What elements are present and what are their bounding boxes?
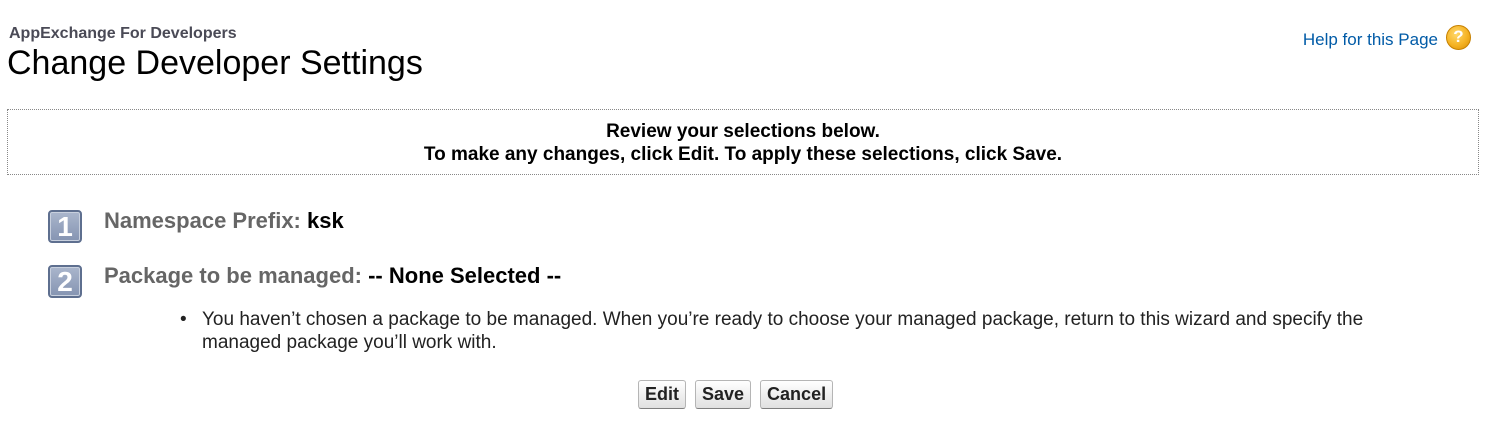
page-title: Change Developer Settings bbox=[7, 44, 423, 82]
step-text: Namespace Prefix: ksk bbox=[104, 208, 344, 234]
package-managed-label: Package to be managed: bbox=[104, 263, 362, 288]
review-message-box: Review your selections below. To make an… bbox=[7, 109, 1479, 175]
namespace-prefix-label: Namespace Prefix: bbox=[104, 208, 301, 233]
save-button[interactable]: Save bbox=[695, 380, 752, 409]
step-number-badge: 1 bbox=[48, 210, 82, 243]
bullet-icon: • bbox=[180, 309, 187, 330]
help-for-this-page-link[interactable]: Help for this Page bbox=[1303, 30, 1438, 50]
step-number-badge: 2 bbox=[48, 265, 82, 298]
package-note: • You haven’t chosen a package to be man… bbox=[180, 308, 1420, 354]
help-question-icon[interactable]: ? bbox=[1446, 24, 1471, 50]
namespace-prefix-value: ksk bbox=[307, 208, 344, 233]
step-namespace-prefix: 1 Namespace Prefix: ksk bbox=[48, 208, 344, 243]
package-managed-value: -- None Selected -- bbox=[368, 263, 562, 288]
review-line-2: To make any changes, click Edit. To appl… bbox=[423, 144, 1063, 165]
help-area: Help for this Page ? bbox=[1303, 24, 1471, 50]
edit-button[interactable]: Edit bbox=[638, 380, 686, 409]
step-package-managed: 2 Package to be managed: -- None Selecte… bbox=[48, 263, 561, 298]
page-subtitle: AppExchange For Developers bbox=[9, 25, 237, 42]
page: AppExchange For Developers Change Develo… bbox=[0, 0, 1493, 424]
package-note-text: You haven’t chosen a package to be manag… bbox=[202, 309, 1364, 353]
button-row: Edit Save Cancel bbox=[638, 380, 834, 409]
cancel-button[interactable]: Cancel bbox=[760, 380, 834, 409]
review-line-1: Review your selections below. bbox=[606, 121, 880, 142]
step-text: Package to be managed: -- None Selected … bbox=[104, 263, 561, 289]
